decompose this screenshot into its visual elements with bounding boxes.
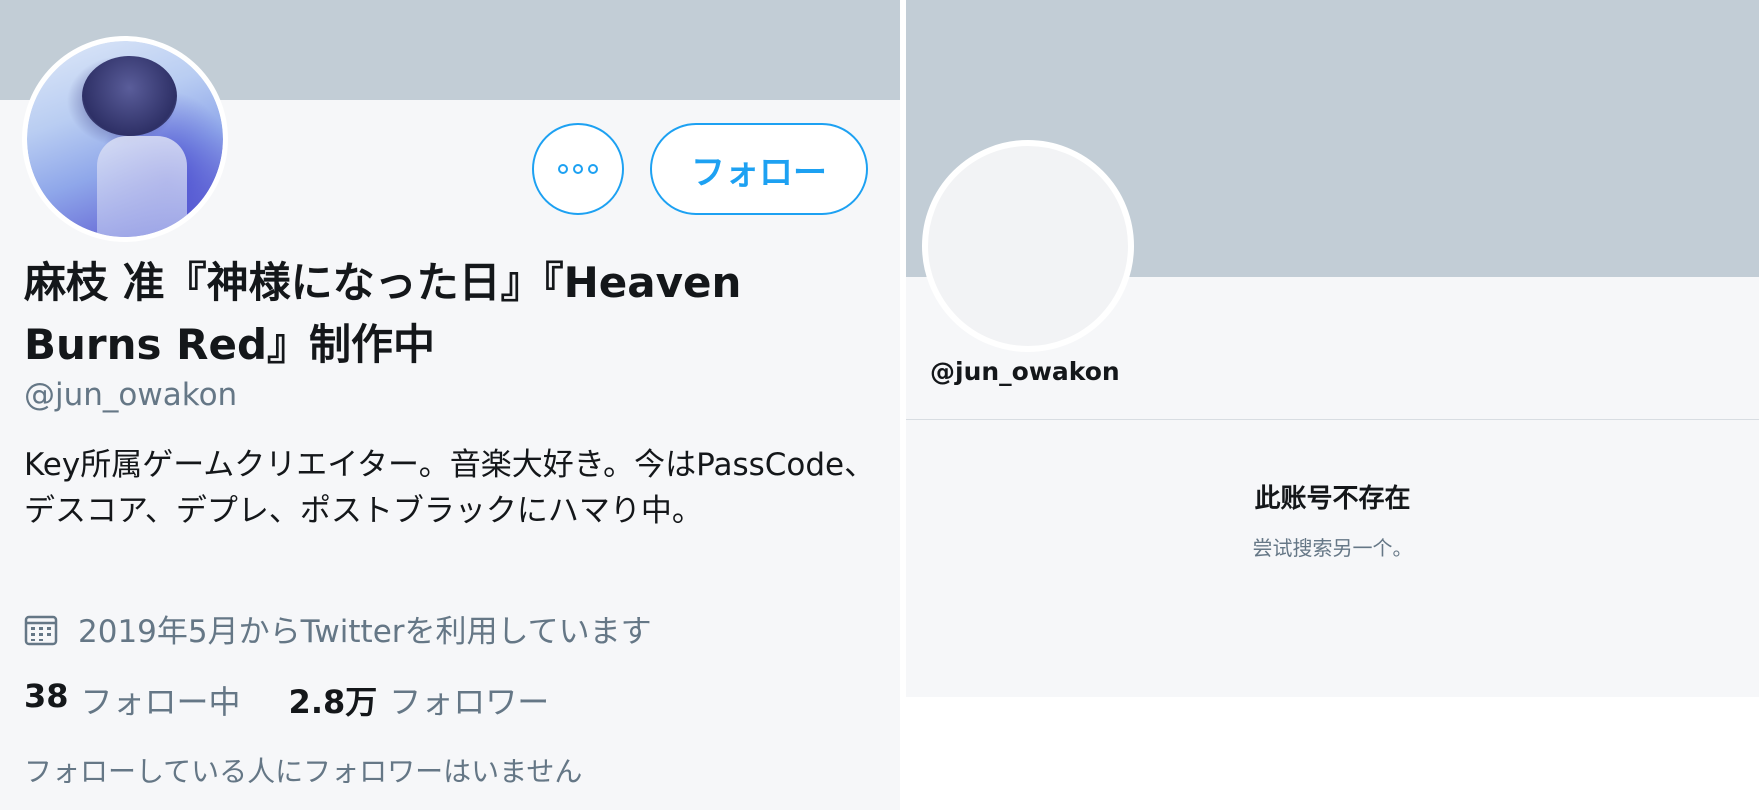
profile-handle: @jun_owakon	[24, 377, 238, 413]
join-date: 2019年5月からTwitterを利用しています	[24, 606, 652, 651]
following-label: フォロー中	[80, 683, 241, 721]
profile-panel-left: フォロー 麻枝 准『神様になった日』『Heaven Burns Red』制作中 …	[0, 0, 900, 810]
profile-panel-right: @jun_owakon 此账号不存在 尝试搜索另一个。	[906, 0, 1759, 697]
following-count: 38	[24, 677, 69, 715]
avatar-photo	[27, 41, 223, 237]
mutual-followers-note: フォローしている人にフォロワーはいません	[24, 755, 583, 788]
avatar[interactable]	[22, 36, 228, 242]
account-missing-subtitle: 尝试搜索另一个。	[1252, 536, 1413, 560]
more-icon	[558, 164, 568, 174]
more-options-button[interactable]	[532, 123, 624, 215]
calendar-icon	[24, 615, 58, 645]
profile-handle-right: @jun_owakon	[930, 357, 1120, 386]
followers-link[interactable]: 2.8万 フォロワー	[289, 677, 550, 723]
join-date-text: 2019年5月からTwitterを利用しています	[78, 614, 652, 650]
following-link[interactable]: 38 フォロー中	[24, 677, 241, 723]
profile-bio: Key所属ゲームクリエイター。音楽大好き。今はPassCode、デスコア、デプレ…	[24, 447, 876, 529]
avatar-placeholder	[922, 140, 1134, 352]
follow-stats: 38 フォロー中 2.8万 フォロワー	[24, 677, 597, 723]
account-missing-title: 此账号不存在	[1254, 484, 1411, 514]
divider	[906, 419, 1759, 420]
follow-button[interactable]: フォロー	[650, 123, 868, 215]
followers-label: フォロワー	[389, 683, 550, 721]
display-name: 麻枝 准『神様になった日』『Heaven Burns Red』制作中	[24, 258, 742, 369]
followers-count: 2.8万	[288, 683, 378, 721]
